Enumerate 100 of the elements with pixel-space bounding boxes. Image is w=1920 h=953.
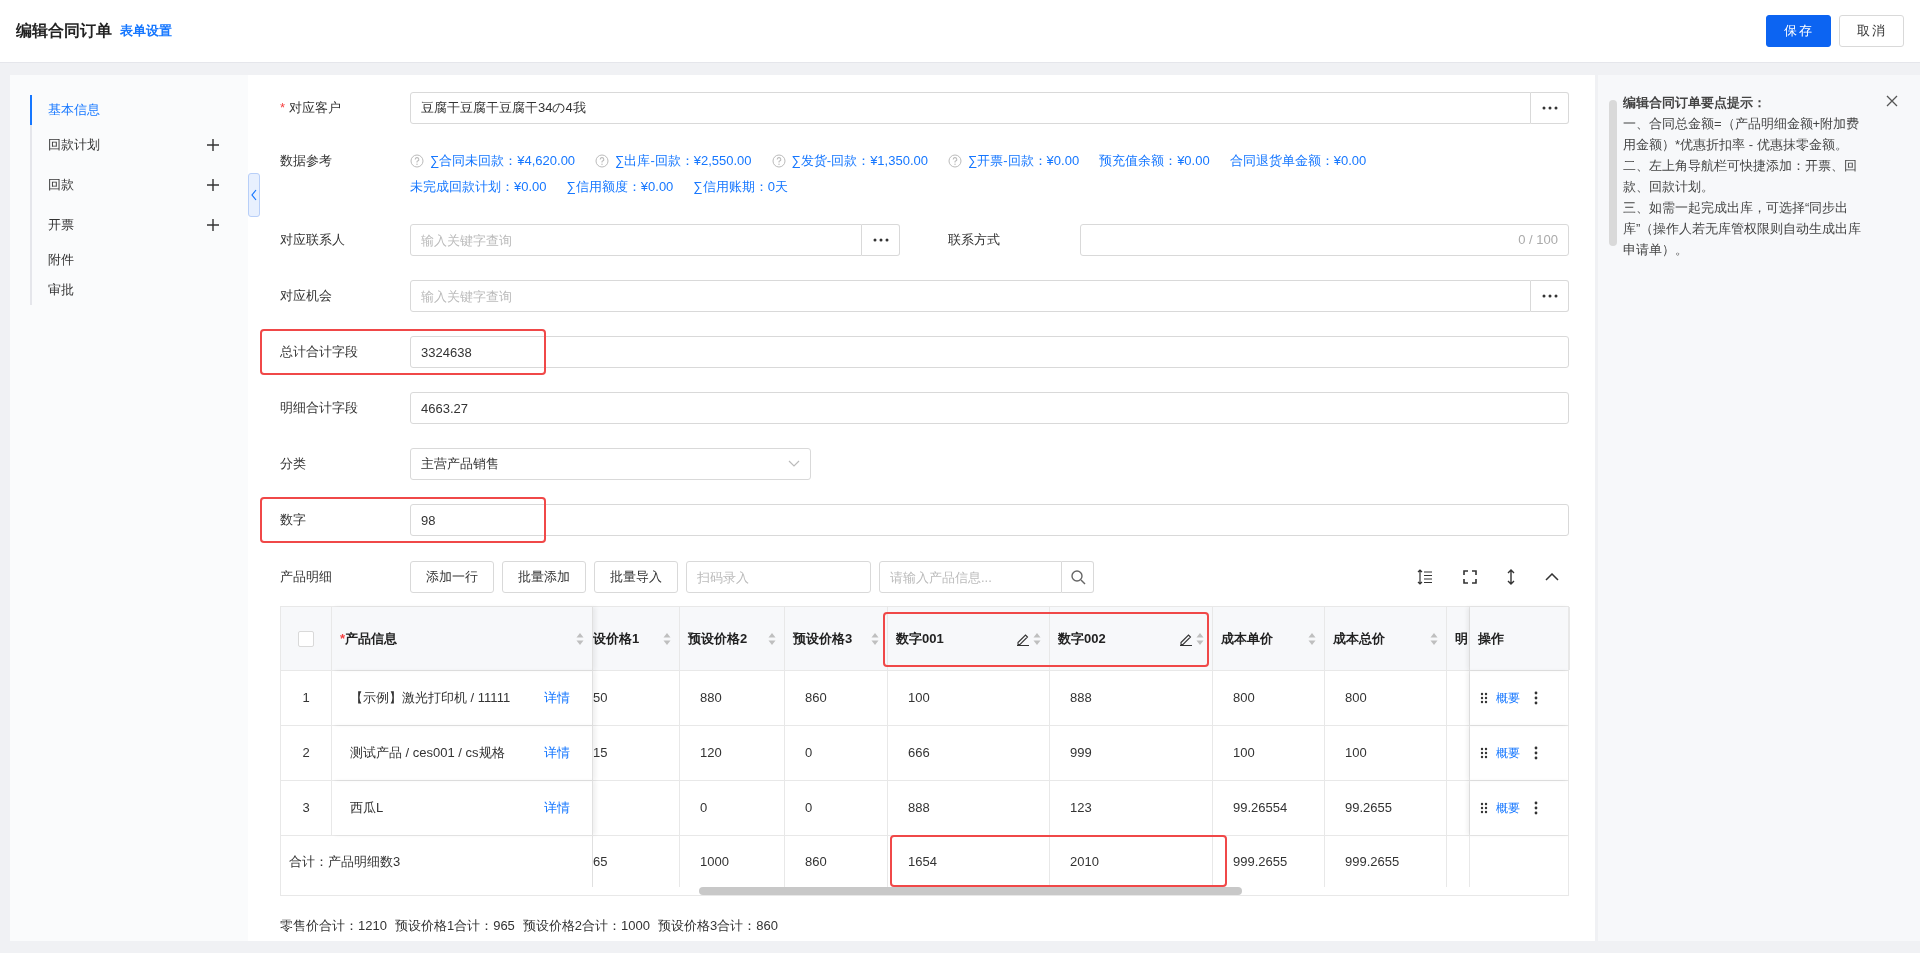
field-label: 明细合计字段 xyxy=(280,399,358,418)
table-cell-text: 65 xyxy=(593,852,608,871)
product-name: 西瓜L xyxy=(350,799,384,818)
sidebar-item[interactable]: 基本信息 xyxy=(48,100,100,120)
tip-text: 三、如需一起完成出库，可选择“同步出库”（操作人若无库管权限则自动生成出库申请单）。 xyxy=(1623,199,1863,259)
column-header: 成本单价 xyxy=(1221,629,1273,648)
lookup-field[interactable]: 输入关键字查询 xyxy=(410,280,1531,312)
table-cell-text: 999.2655 xyxy=(1233,852,1288,871)
text-field[interactable]: 4663.27 xyxy=(410,392,1569,424)
detail-link[interactable]: 详情 xyxy=(544,743,570,763)
section-label: 产品明细 xyxy=(280,568,333,587)
table-cell-text: 0 xyxy=(805,744,813,763)
summary-text: 预设价格1合计：965 xyxy=(394,917,515,935)
column-header: 明 xyxy=(1455,629,1468,648)
reference-value: 预充值余额：¥0.00 xyxy=(1099,152,1210,171)
table-cell-text: 2010 xyxy=(1070,852,1099,871)
reference-value: 未完成回款计划：¥0.00 xyxy=(410,178,547,197)
summary-text: 预设价格3合计：860 xyxy=(658,917,778,935)
reference-value: ∑合同未回款：¥4,620.00 xyxy=(430,152,576,171)
reference-value: ∑信用额度：¥0.00 xyxy=(566,178,674,197)
reference-value: ∑信用账期：0天 xyxy=(693,178,788,197)
table-cell-text: 888 xyxy=(908,799,930,818)
table-cell-text: 100 xyxy=(1233,744,1255,763)
column-header: 成本总价 xyxy=(1333,629,1385,648)
table-cell-text: 120 xyxy=(700,744,722,763)
reference-value: ∑出库-回款：¥2,550.00 xyxy=(615,152,752,171)
table-cell-text: 100 xyxy=(908,689,930,708)
lookup-field[interactable]: 输入关键字查询 xyxy=(410,224,862,256)
column-header: 预设价格3 xyxy=(793,629,853,648)
cancel-button[interactable]: 取消 xyxy=(1839,15,1904,47)
table-cell-text: 1000 xyxy=(700,852,729,871)
sidebar-item[interactable]: 审批 xyxy=(48,280,74,300)
sidebar-item[interactable]: 回款计划 xyxy=(48,135,100,155)
character-counter: 0 / 100 xyxy=(1518,231,1558,250)
required-mark: * xyxy=(280,99,286,118)
product-name: 测试产品 / ces001 / cs规格 xyxy=(350,744,505,763)
row-number: 1 xyxy=(302,689,310,708)
table-cell-text: 999.2655 xyxy=(1345,852,1400,871)
scan-field[interactable]: 扫码录入 xyxy=(686,561,871,593)
page-title: 编辑合同订单 xyxy=(16,21,112,41)
tip-text: 一、合同总金额=（产品明细金额+附加费用金额）*优惠折扣率 - 优惠抹零金额。 xyxy=(1623,115,1861,154)
text-field[interactable]: 3324638 xyxy=(410,336,1569,368)
column-header: 数字001 xyxy=(896,629,944,648)
tips-title: 编辑合同订单要点提示： xyxy=(1623,94,1766,112)
total-label: 合计：产品明细数3 xyxy=(289,852,401,871)
detail-link[interactable]: 详情 xyxy=(544,688,570,708)
summary-link[interactable]: 概要 xyxy=(1496,744,1520,762)
detail-link[interactable]: 详情 xyxy=(544,798,570,818)
toolbar-button[interactable]: 添加一行 xyxy=(410,561,494,593)
table-cell-text: 50 xyxy=(593,689,608,708)
tip-text: 二、左上角导航栏可快捷添加：开票、回款、回款计划。 xyxy=(1623,157,1858,196)
toolbar-button[interactable]: 批量添加 xyxy=(502,561,586,593)
sidebar-item[interactable]: 附件 xyxy=(48,250,74,270)
table-cell-text: 860 xyxy=(805,689,827,708)
sidebar-item[interactable]: 回款 xyxy=(48,175,74,195)
field-label: 对应客户 xyxy=(289,99,342,118)
table-cell-text: 123 xyxy=(1070,799,1092,818)
column-header: 操作 xyxy=(1478,629,1504,648)
column-header: 产品信息 xyxy=(345,629,398,648)
sidebar-item[interactable]: 开票 xyxy=(48,215,74,235)
field-label: 对应联系人 xyxy=(280,231,345,250)
table-cell-text: 860 xyxy=(805,852,827,871)
field-label: 总计合计字段 xyxy=(280,343,358,362)
summary-link[interactable]: 概要 xyxy=(1496,799,1520,817)
table-cell-text: 0 xyxy=(700,799,708,818)
reference-value: ∑开票-回款：¥0.00 xyxy=(968,152,1080,171)
form-settings-link[interactable]: 表单设置 xyxy=(120,21,172,41)
toolbar-button[interactable]: 批量导入 xyxy=(594,561,678,593)
product-name: 【示例】激光打印机 / 11111 xyxy=(350,689,511,708)
row-number: 3 xyxy=(302,799,310,818)
row-number: 2 xyxy=(302,744,310,763)
select-field[interactable]: 主营产品销售 xyxy=(410,448,811,480)
required-mark: * xyxy=(340,629,346,648)
table-cell-text: 1654 xyxy=(908,852,937,871)
summary-link[interactable]: 概要 xyxy=(1496,689,1520,707)
table-cell-text: 999 xyxy=(1070,744,1092,763)
save-button[interactable]: 保存 xyxy=(1766,15,1831,47)
column-header: 设价格1 xyxy=(593,629,640,648)
reference-value: ∑发货-回款：¥1,350.00 xyxy=(791,152,928,171)
table-cell-text: 888 xyxy=(1070,689,1092,708)
table-cell-text: 15 xyxy=(593,744,608,763)
table-cell-text: 880 xyxy=(700,689,722,708)
table-cell-text: 666 xyxy=(908,744,930,763)
table-cell-text: 0 xyxy=(805,799,813,818)
table-cell-text: 800 xyxy=(1233,689,1255,708)
field-label: 分类 xyxy=(280,455,306,474)
field-label: 数据参考 xyxy=(280,152,332,171)
summary-text: 预设价格2合计：1000 xyxy=(522,917,650,935)
text-field[interactable]: 98 xyxy=(410,504,1569,536)
table-cell-text: 100 xyxy=(1345,744,1367,763)
field-label: 对应机会 xyxy=(280,287,332,306)
lookup-field[interactable]: 豆腐干豆腐干豆腐干34の4我 xyxy=(410,92,1531,124)
summary-text: 零售价合计：1210 xyxy=(280,917,387,935)
table-cell-text: 99.2655 xyxy=(1345,799,1392,818)
reference-value: 合同退货单金额：¥0.00 xyxy=(1229,152,1367,171)
table-cell-text: 800 xyxy=(1345,689,1367,708)
column-header: 预设价格2 xyxy=(688,629,748,648)
search-field[interactable]: 请输入产品信息... xyxy=(879,561,1062,593)
field-label: 联系方式 xyxy=(948,231,1001,250)
field-label: 数字 xyxy=(280,511,306,530)
